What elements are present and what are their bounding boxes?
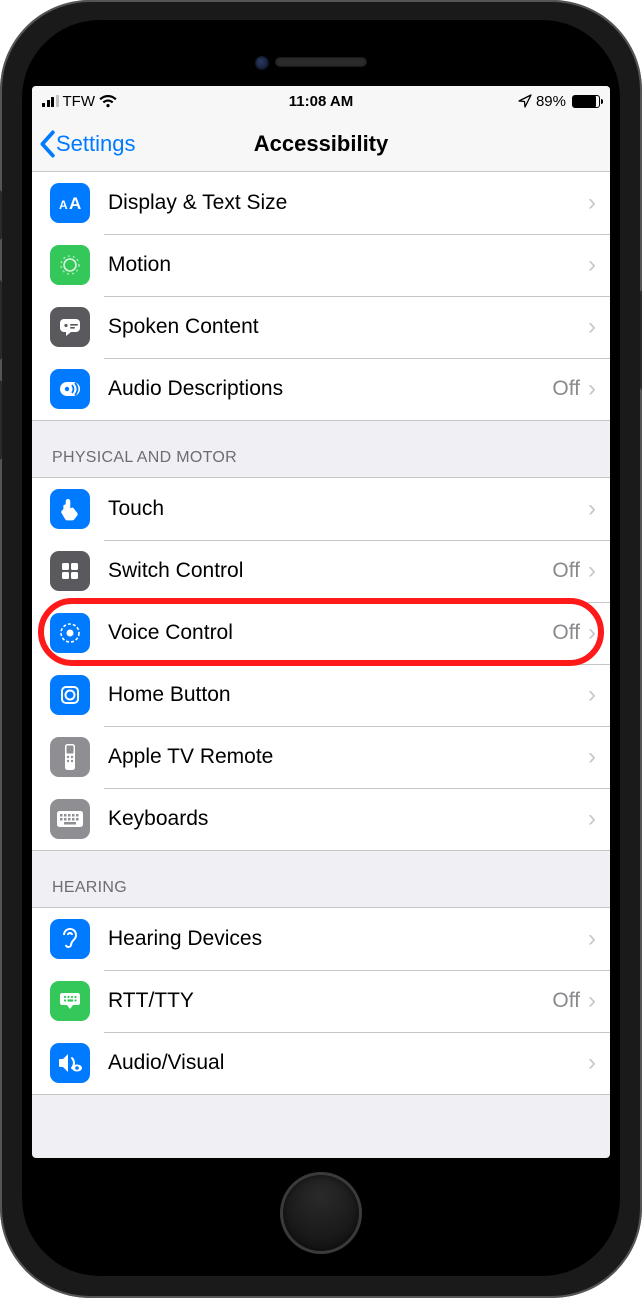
switch-control-icon bbox=[50, 551, 90, 591]
row-keyboards[interactable]: Keyboards › bbox=[32, 788, 610, 850]
row-value: Off bbox=[552, 377, 580, 401]
mute-switch bbox=[0, 190, 2, 240]
row-home-button[interactable]: Home Button › bbox=[32, 664, 610, 726]
text-size-icon: AA bbox=[50, 183, 90, 223]
audio-visual-icon bbox=[50, 1043, 90, 1083]
row-motion[interactable]: Motion › bbox=[32, 234, 610, 296]
rtt-tty-icon bbox=[50, 981, 90, 1021]
row-rtt-tty[interactable]: RTT/TTY Off › bbox=[32, 970, 610, 1032]
apple-tv-remote-icon bbox=[50, 737, 90, 777]
voice-control-icon bbox=[50, 613, 90, 653]
home-button-hardware bbox=[280, 1172, 362, 1254]
battery-percent: 89% bbox=[536, 93, 566, 110]
nav-bar: Settings Accessibility bbox=[32, 116, 610, 172]
chevron-right-icon: › bbox=[588, 1049, 596, 1077]
screen: TFW 11:08 AM 89% bbox=[32, 86, 610, 1158]
front-camera bbox=[255, 56, 269, 70]
volume-up-button bbox=[0, 280, 2, 360]
row-label: Audio Descriptions bbox=[108, 377, 552, 401]
row-display-text-size[interactable]: AA Display & Text Size › bbox=[32, 172, 610, 234]
page-title: Accessibility bbox=[32, 131, 610, 157]
row-label: Switch Control bbox=[108, 559, 552, 583]
section-header-physical: PHYSICAL AND MOTOR bbox=[32, 421, 610, 477]
group-vision: AA Display & Text Size › Motion › bbox=[32, 172, 610, 421]
row-value: Off bbox=[552, 989, 580, 1013]
chevron-right-icon: › bbox=[588, 495, 596, 523]
volume-down-button bbox=[0, 380, 2, 460]
status-bar: TFW 11:08 AM 89% bbox=[32, 86, 610, 116]
row-label: Touch bbox=[108, 497, 588, 521]
battery-icon bbox=[572, 95, 600, 108]
row-audio-visual[interactable]: Audio/Visual › bbox=[32, 1032, 610, 1094]
row-touch[interactable]: Touch › bbox=[32, 478, 610, 540]
row-label: Apple TV Remote bbox=[108, 745, 588, 769]
chevron-right-icon: › bbox=[588, 189, 596, 217]
chevron-right-icon: › bbox=[588, 619, 596, 647]
row-label: Audio/Visual bbox=[108, 1051, 588, 1075]
row-label: RTT/TTY bbox=[108, 989, 552, 1013]
row-label: Hearing Devices bbox=[108, 927, 588, 951]
chevron-right-icon: › bbox=[588, 987, 596, 1015]
row-hearing-devices[interactable]: Hearing Devices › bbox=[32, 908, 610, 970]
chevron-right-icon: › bbox=[588, 681, 596, 709]
earpiece-speaker bbox=[275, 57, 367, 67]
group-physical: Touch › Switch Control Off › Voice Contr… bbox=[32, 477, 610, 851]
spoken-content-icon bbox=[50, 307, 90, 347]
touch-icon bbox=[50, 489, 90, 529]
row-spoken-content[interactable]: Spoken Content › bbox=[32, 296, 610, 358]
motion-icon bbox=[50, 245, 90, 285]
chevron-right-icon: › bbox=[588, 743, 596, 771]
row-value: Off bbox=[552, 559, 580, 583]
chevron-right-icon: › bbox=[588, 375, 596, 403]
row-switch-control[interactable]: Switch Control Off › bbox=[32, 540, 610, 602]
row-voice-control[interactable]: Voice Control Off › bbox=[32, 602, 610, 664]
chevron-right-icon: › bbox=[588, 557, 596, 585]
svg-text:A: A bbox=[59, 198, 68, 212]
row-value: Off bbox=[552, 621, 580, 645]
row-label: Spoken Content bbox=[108, 315, 588, 339]
chevron-right-icon: › bbox=[588, 313, 596, 341]
home-button-icon bbox=[50, 675, 90, 715]
phone-frame: TFW 11:08 AM 89% bbox=[0, 0, 642, 1298]
keyboards-icon bbox=[50, 799, 90, 839]
row-label: Motion bbox=[108, 253, 588, 277]
location-icon bbox=[518, 94, 532, 108]
group-hearing: Hearing Devices › RTT/TTY Off › Audio/Vi… bbox=[32, 907, 610, 1095]
row-label: Keyboards bbox=[108, 807, 588, 831]
row-audio-descriptions[interactable]: Audio Descriptions Off › bbox=[32, 358, 610, 420]
row-label: Voice Control bbox=[108, 621, 552, 645]
svg-text:A: A bbox=[69, 194, 81, 213]
chevron-right-icon: › bbox=[588, 925, 596, 953]
chevron-right-icon: › bbox=[588, 251, 596, 279]
row-label: Home Button bbox=[108, 683, 588, 707]
row-label: Display & Text Size bbox=[108, 191, 588, 215]
row-apple-tv-remote[interactable]: Apple TV Remote › bbox=[32, 726, 610, 788]
chevron-right-icon: › bbox=[588, 805, 596, 833]
section-header-hearing: HEARING bbox=[32, 851, 610, 907]
hearing-devices-icon bbox=[50, 919, 90, 959]
audio-descriptions-icon bbox=[50, 369, 90, 409]
